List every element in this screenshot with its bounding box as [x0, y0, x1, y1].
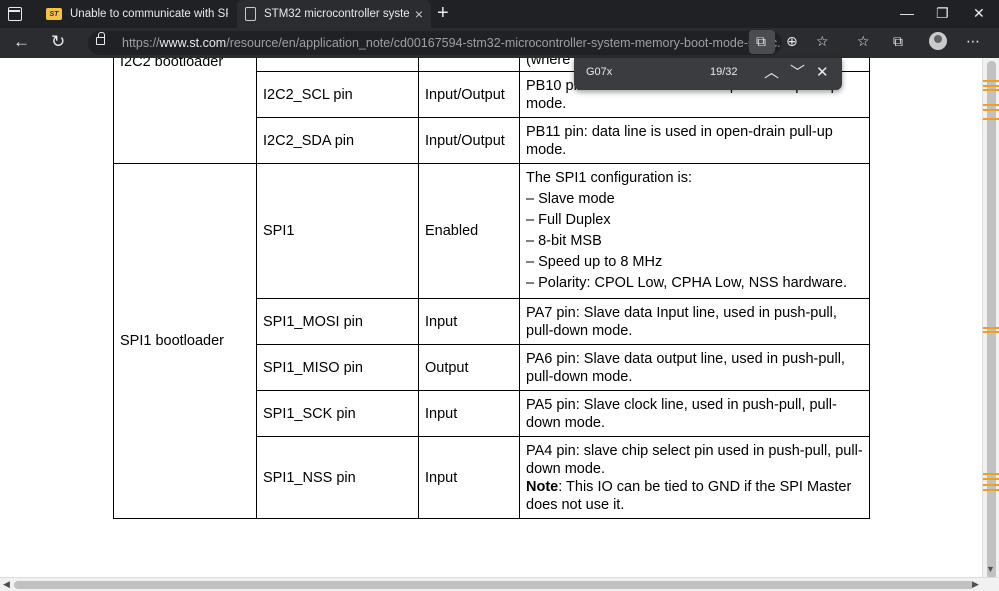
- nss-note: Note: This IO can be tied to GND if the …: [526, 478, 863, 514]
- pin-direction: Enabled: [418, 163, 520, 299]
- profile-avatar[interactable]: [929, 32, 947, 50]
- config-line: – Slave mode: [526, 191, 615, 207]
- find-match-count: 19/32: [710, 66, 738, 78]
- pin-direction: Input: [418, 390, 520, 437]
- refresh-icon[interactable]: ↻: [51, 32, 65, 52]
- new-tab-button[interactable]: +: [437, 3, 449, 23]
- navigation-bar: ← ↻ https://www.st.com/resource/en/appli…: [0, 28, 999, 58]
- read-aloud-icon[interactable]: ⧉: [756, 33, 766, 50]
- zoom-icon[interactable]: ⊕: [786, 33, 798, 50]
- restore-icon[interactable]: ❐: [936, 5, 949, 22]
- find-bar: G07x 19/32 ︿ ﹀ ✕: [574, 58, 842, 90]
- vertical-scroll-thumb[interactable]: [987, 61, 996, 579]
- group-label: SPI1 bootloader: [120, 333, 224, 349]
- url-prefix: https://: [122, 36, 160, 50]
- pin-description: PB11 pin: data line is used in open-drai…: [519, 117, 870, 164]
- note-text: : This IO can be tied to GND if the SPI …: [526, 478, 852, 513]
- find-input[interactable]: G07x: [586, 66, 612, 78]
- pin-description: PA7 pin: Slave data Input line, used in …: [519, 298, 870, 345]
- more-menu-icon[interactable]: ⋯: [966, 33, 980, 50]
- scroll-right-icon[interactable]: ▶: [972, 579, 979, 590]
- tab-strip: ST Unable to communicate with SPI STM32 …: [0, 0, 999, 28]
- horizontal-scroll-thumb[interactable]: [14, 581, 974, 589]
- group-label: I2C2 bootloader: [120, 58, 224, 70]
- find-match-marker: [983, 109, 999, 111]
- find-match-marker: [983, 484, 999, 486]
- config-line: – Polarity: CPOL Low, CPHA Low, NSS hard…: [526, 275, 848, 291]
- pin-description: The SPI1 configuration is: – Slave mode …: [519, 163, 870, 299]
- pin-name: I2C2_SCL pin: [256, 71, 419, 118]
- config-line: – 8-bit MSB: [526, 233, 602, 249]
- st-logo-icon: ST: [46, 8, 62, 20]
- pin-name: SPI1_MOSI pin: [256, 298, 419, 345]
- find-match-marker: [983, 104, 999, 106]
- pin-name: SPI1_NSS pin: [256, 436, 419, 519]
- pin-direction: Output: [418, 344, 520, 391]
- table-cell: [256, 58, 419, 72]
- find-match-marker: [983, 331, 999, 333]
- config-line: – Speed up to 8 MHz: [526, 254, 663, 270]
- pin-name: I2C2_SDA pin: [256, 117, 419, 164]
- table-cell: [418, 58, 520, 72]
- address-bar[interactable]: https://www.st.com/resource/en/applicati…: [88, 31, 782, 55]
- find-match-marker: [983, 80, 999, 82]
- pin-description: PA6 pin: Slave data output line, used in…: [519, 344, 870, 391]
- pin-direction: Input/Output: [418, 117, 520, 164]
- group-cell-spi1: SPI1 bootloader: [113, 163, 257, 519]
- horizontal-scrollbar[interactable]: ◀ ▶: [0, 577, 999, 591]
- tab-stm32-system-memory[interactable]: STM32 microcontroller system m ×: [237, 0, 431, 28]
- tab-actions-icon[interactable]: [8, 7, 22, 21]
- description-fragment: (where: [526, 58, 571, 68]
- scroll-left-icon[interactable]: ◀: [3, 579, 10, 590]
- add-favorite-icon[interactable]: ☆: [816, 33, 829, 50]
- tab-close-icon[interactable]: ×: [415, 6, 423, 22]
- find-match-marker: [983, 489, 999, 491]
- window-close-icon[interactable]: ✕: [973, 5, 985, 22]
- group-cell-i2c2: I2C2 bootloader: [113, 58, 257, 164]
- pin-name: SPI1: [256, 163, 419, 299]
- find-match-marker: [983, 478, 999, 480]
- find-match-marker: [983, 118, 999, 120]
- nss-description: PA4 pin: slave chip select pin used in p…: [526, 442, 863, 477]
- find-match-marker: [983, 473, 999, 475]
- url-path: /resource/en/application_note/cd00167594…: [226, 36, 782, 50]
- url-host: www.st.com: [159, 36, 227, 50]
- scroll-down-icon[interactable]: ▼: [986, 564, 995, 574]
- find-close-icon[interactable]: ✕: [816, 62, 829, 84]
- vertical-scrollbar[interactable]: ▲ ▼: [982, 58, 999, 579]
- lock-icon[interactable]: [96, 32, 105, 45]
- tab-title: STM32 microcontroller system m: [264, 8, 409, 20]
- tab-unable-to-communicate[interactable]: ST Unable to communicate with SPI: [38, 0, 236, 28]
- collections-icon[interactable]: ⧉: [893, 33, 903, 50]
- pin-name: SPI1_SCK pin: [256, 390, 419, 437]
- bootloader-config-table: I2C2 bootloader (where I2C2_SCL pin Inpu…: [113, 58, 870, 519]
- pin-description: PA4 pin: slave chip select pin used in p…: [519, 436, 870, 519]
- favorites-icon[interactable]: ☆: [857, 33, 870, 50]
- pin-description: PA5 pin: Slave clock line, used in push-…: [519, 390, 870, 437]
- find-previous-icon[interactable]: ︿: [764, 62, 779, 84]
- document-icon: [245, 7, 256, 21]
- find-next-icon[interactable]: ﹀: [790, 62, 805, 84]
- config-line: The SPI1 configuration is:: [526, 170, 693, 186]
- find-match-marker: [983, 327, 999, 329]
- pin-direction: Input/Output: [418, 71, 520, 118]
- table-row: SPI1 bootloader SPI1 Enabled The SPI1 co…: [113, 163, 870, 519]
- config-line: – Full Duplex: [526, 212, 611, 228]
- find-match-marker: [983, 89, 999, 91]
- pin-direction: Input: [418, 436, 520, 519]
- find-match-marker: [983, 85, 999, 87]
- tab-title: Unable to communicate with SPI: [70, 8, 228, 20]
- pin-name: SPI1_MISO pin: [256, 344, 419, 391]
- page-content: I2C2 bootloader (where I2C2_SCL pin Inpu…: [0, 58, 982, 577]
- minimize-icon[interactable]: —: [900, 5, 914, 21]
- note-label: Note: [526, 478, 559, 495]
- pin-direction: Input: [418, 298, 520, 345]
- back-arrow-icon[interactable]: ←: [13, 32, 30, 52]
